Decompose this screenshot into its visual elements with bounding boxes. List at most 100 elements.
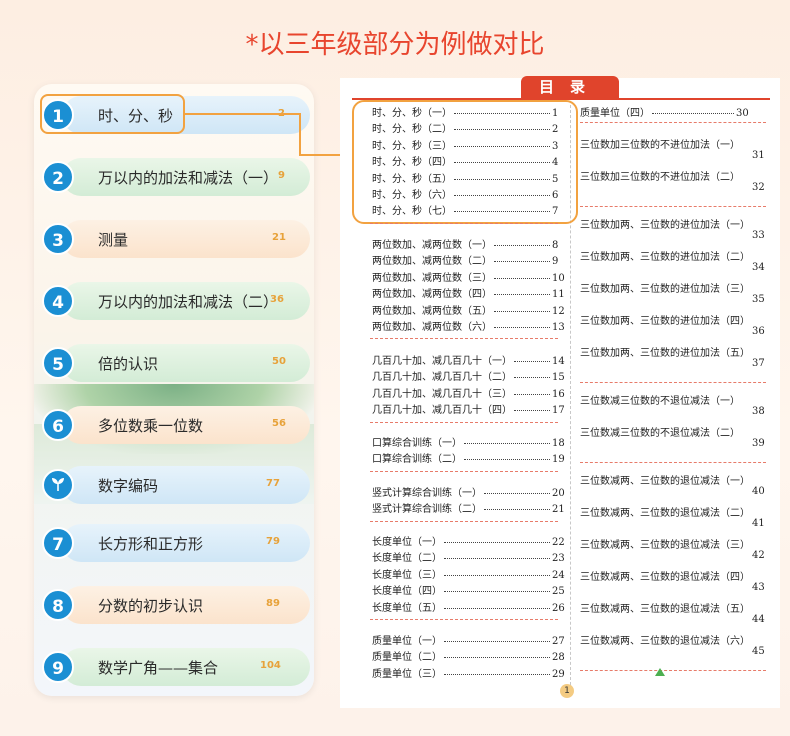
leader-dots	[494, 327, 550, 328]
toc-entry[interactable]: 时、分、秒（四） 4	[372, 153, 558, 168]
toc-entry[interactable]: 质量单位（三） 29	[372, 665, 565, 680]
toc-entry[interactable]: 三位数加两、三位数的进位加法（三）	[580, 280, 750, 295]
toc-entry[interactable]: 质量单位（四） 30	[580, 104, 749, 119]
group-separator	[370, 520, 558, 522]
toc-entry[interactable]: 三位数加三位数的不进位加法（一）	[580, 136, 740, 151]
toc-entry[interactable]: 三位数加三位数的不进位加法（二）	[580, 168, 740, 183]
toc-entry-title: 口算综合训练（一）	[372, 438, 462, 449]
toc-entry[interactable]: 长度单位（二） 23	[372, 549, 565, 564]
toc-entry[interactable]: 三位数减三位数的不退位减法（二）	[580, 424, 740, 439]
leader-dots	[494, 277, 550, 279]
leader-dots	[444, 641, 550, 642]
unit-item[interactable]: 数字编码 77	[40, 462, 310, 510]
toc-entry[interactable]: 三位数加两、三位数的进位加法（二）	[580, 248, 750, 263]
toc-entry-title: 几百几十加、减几百几十（四）	[372, 405, 512, 417]
unit-item[interactable]: 5 倍的认识 50	[40, 340, 310, 388]
leader-dots	[444, 574, 550, 576]
unit-item[interactable]: 2 万以内的加法和减法（一） 9	[40, 154, 310, 202]
sprout-icon	[42, 469, 74, 501]
toc-entry-page: 8	[552, 240, 559, 251]
unit-page-number: 56	[272, 418, 286, 429]
unit-item[interactable]: 4 万以内的加法和减法（二） 36	[40, 278, 310, 326]
toc-entry[interactable]: 三位数减两、三位数的退位减法（六）	[580, 632, 750, 647]
toc-entry[interactable]: 两位数加、减两位数（一） 8	[372, 236, 558, 251]
leader-dots	[494, 310, 550, 312]
unit-page-number: 79	[266, 536, 280, 547]
toc-entry[interactable]: 时、分、秒（六） 6	[372, 186, 558, 201]
toc-entry-title: 三位数减两、三位数的退位减法（一）	[580, 476, 750, 487]
unit-title: 万以内的加法和减法（二）	[98, 293, 279, 311]
toc-entry[interactable]: 长度单位（一） 22	[372, 533, 565, 548]
toc-entry[interactable]: 两位数加、减两位数（六） 13	[372, 318, 565, 333]
toc-entry[interactable]: 两位数加、减两位数（三） 10	[372, 269, 565, 284]
toc-entry-title: 时、分、秒（五）	[372, 173, 452, 185]
toc-entry[interactable]: 时、分、秒（三） 3	[372, 137, 558, 152]
toc-entry[interactable]: 三位数减两、三位数的退位减法（一）	[580, 472, 750, 487]
toc-entry[interactable]: 两位数加、减两位数（四） 11	[372, 285, 565, 300]
toc-entry-page: 27	[552, 636, 565, 647]
unit-item[interactable]: 9 数学广角——集合 104	[40, 644, 310, 692]
toc-entry[interactable]: 长度单位（四） 25	[372, 582, 565, 597]
toc-entry-page: 6	[552, 190, 559, 201]
toc-entry[interactable]: 竖式计算综合训练（一） 20	[372, 484, 565, 499]
toc-entry-page: 41	[752, 518, 765, 529]
unit-list-panel: 1时、分、秒22万以内的加法和减法（一）93测量214万以内的加法和减法（二）3…	[34, 84, 314, 696]
unit-page-number: 104	[260, 660, 281, 671]
leader-dots	[444, 558, 550, 560]
toc-entry[interactable]: 口算综合训练（一） 18	[372, 434, 565, 449]
unit-item[interactable]: 7 长方形和正方形 79	[40, 520, 310, 568]
unit-number-badge: 6	[42, 409, 74, 441]
page-number: 1	[560, 684, 574, 698]
triangle-icon	[655, 668, 665, 676]
unit-number-badge: 8	[42, 589, 74, 621]
toc-entry[interactable]: 两位数加、减两位数（五） 12	[372, 302, 565, 317]
unit-item[interactable]: 6 多位数乘一位数 56	[40, 402, 310, 450]
toc-entry-title: 长度单位（五）	[372, 602, 442, 614]
toc-entry[interactable]: 竖式计算综合训练（二） 21	[372, 500, 565, 515]
unit-item[interactable]: 3 测量 21	[40, 216, 310, 264]
unit-item[interactable]: 8 分数的初步认识 89	[40, 582, 310, 630]
toc-entry[interactable]: 时、分、秒（五） 5	[372, 170, 558, 185]
toc-entry[interactable]: 长度单位（五） 26	[372, 599, 565, 614]
toc-entry[interactable]: 几百几十加、减几百几十（一） 14	[372, 352, 565, 367]
toc-entry[interactable]: 三位数减两、三位数的退位减法（四）	[580, 568, 750, 583]
toc-entry[interactable]: 几百几十加、减几百几十（三） 16	[372, 385, 565, 400]
group-separator	[580, 382, 766, 383]
toc-entry-page: 37	[752, 358, 765, 369]
leader-dots	[494, 245, 550, 246]
leader-dots	[514, 410, 550, 412]
toc-entry[interactable]: 三位数加两、三位数的进位加法（一）	[580, 216, 750, 231]
unit-number-badge: 7	[42, 527, 74, 559]
toc-entry[interactable]: 三位数加两、三位数的进位加法（四）	[580, 312, 750, 327]
toc-entry-title: 三位数加三位数的不进位加法（一）	[580, 140, 740, 151]
group-separator	[370, 222, 558, 224]
toc-entry[interactable]: 时、分、秒（一） 1	[372, 104, 558, 119]
toc-entry-page: 5	[552, 173, 559, 185]
toc-entry[interactable]: 两位数加、减两位数（二） 9	[372, 252, 558, 267]
toc-entry[interactable]: 时、分、秒（七） 7	[372, 202, 558, 217]
toc-entry[interactable]: 时、分、秒（二） 2	[372, 120, 558, 135]
toc-entry[interactable]: 三位数减两、三位数的退位减法（三）	[580, 536, 750, 551]
toc-entry[interactable]: 质量单位（二） 28	[372, 648, 565, 663]
toc-entry-page: 33	[752, 230, 765, 241]
toc-entry[interactable]: 几百几十加、减几百几十（二） 15	[372, 368, 565, 383]
toc-entry-page: 2	[552, 124, 559, 136]
toc-entry-page: 26	[552, 602, 565, 614]
toc-entry[interactable]: 三位数减三位数的不退位减法（一）	[580, 392, 740, 407]
toc-entry[interactable]: 三位数减两、三位数的退位减法（二）	[580, 504, 750, 519]
toc-entry-page: 29	[552, 668, 565, 680]
unit-page-number: 89	[266, 598, 280, 609]
toc-entry[interactable]: 三位数加两、三位数的进位加法（五）	[580, 344, 750, 359]
toc-entry-title: 几百几十加、减几百几十（三）	[372, 388, 512, 400]
toc-entry[interactable]: 口算综合训练（二） 19	[372, 450, 565, 465]
toc-entry-page: 1	[552, 108, 559, 119]
toc-entry-title: 口算综合训练（二）	[372, 454, 462, 466]
unit-title: 多位数乘一位数	[98, 417, 204, 435]
toc-entry[interactable]: 几百几十加、减几百几十（四） 17	[372, 401, 565, 416]
unit-title: 数字编码	[98, 477, 159, 495]
toc-entry[interactable]: 长度单位（三） 24	[372, 566, 565, 581]
toc-entry[interactable]: 三位数减两、三位数的退位减法（五）	[580, 600, 750, 615]
toc-entry-title: 三位数减三位数的不退位减法（二）	[580, 428, 740, 439]
toc-entry[interactable]: 质量单位（一） 27	[372, 632, 565, 647]
toc-entry-title: 时、分、秒（七）	[372, 206, 452, 218]
